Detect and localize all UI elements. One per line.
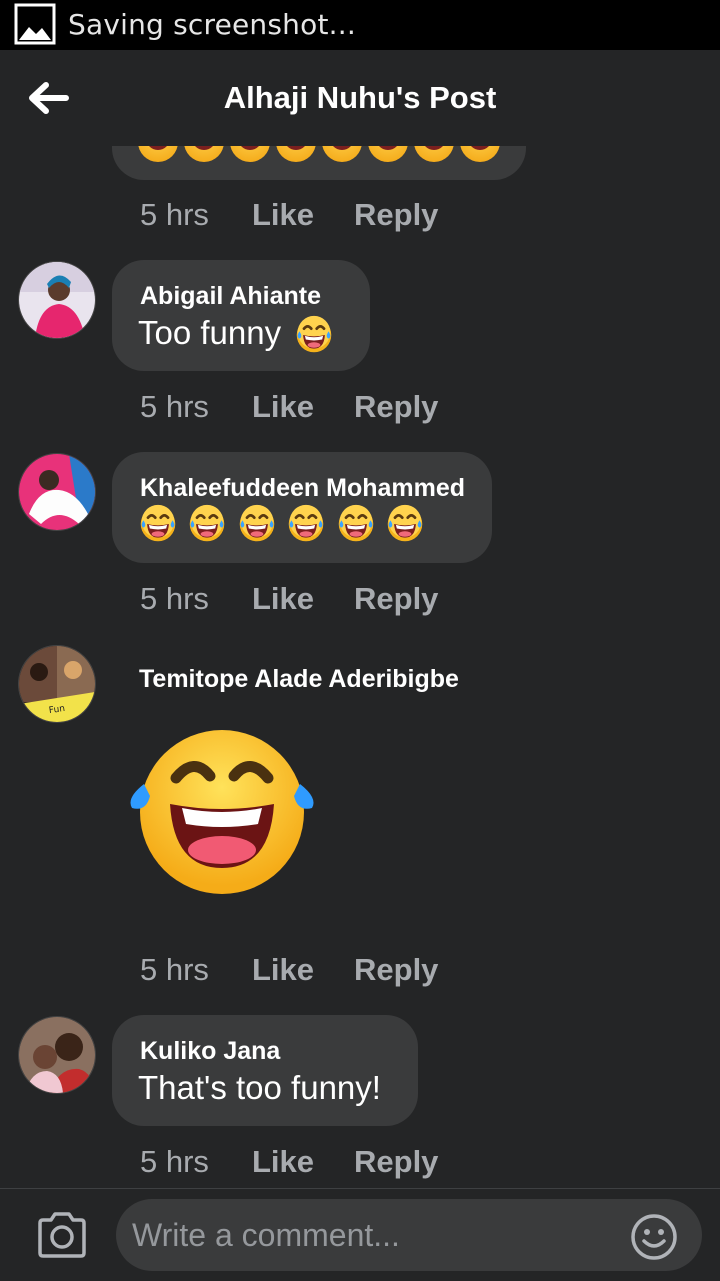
comment-text: That's too funny! [138, 1069, 381, 1106]
like-button[interactable]: Like [252, 197, 314, 233]
comment-text-content: Too funny [138, 314, 282, 351]
avatar[interactable]: Fun [18, 645, 96, 723]
laughing-emoji-icon [297, 316, 332, 353]
emoji-row [138, 504, 430, 548]
reply-button[interactable]: Reply [354, 389, 438, 425]
status-text: Saving screenshot... [68, 8, 356, 41]
reply-button[interactable]: Reply [354, 581, 438, 617]
comment-author[interactable]: Temitope Alade Aderibigbe [139, 665, 459, 694]
comment-author[interactable]: Khaleefuddeen Mohammed [140, 474, 465, 503]
laughing-emoji-icon [190, 504, 225, 542]
comment-bubble: Khaleefuddeen Mohammed [112, 452, 492, 563]
like-button[interactable]: Like [252, 1144, 314, 1180]
comment-composer [0, 1188, 720, 1281]
avatar[interactable] [18, 453, 96, 531]
comment-bubble: Kuliko Jana That's too funny! [112, 1015, 418, 1126]
page-title: Alhaji Nuhu's Post [223, 80, 497, 115]
comment-author[interactable]: Abigail Ahiante [140, 282, 321, 311]
laughing-emoji-icon [289, 504, 324, 542]
laughing-emoji-icon [239, 504, 275, 542]
like-button[interactable]: Like [252, 581, 314, 617]
like-button[interactable]: Like [252, 952, 314, 988]
comment-bubble: Abigail Ahiante Too funny [112, 260, 370, 371]
avatar[interactable] [18, 261, 96, 339]
avatar[interactable] [18, 1016, 96, 1094]
reply-button[interactable]: Reply [354, 197, 438, 233]
laughing-emoji-icon [140, 504, 176, 542]
laughing-emoji-icon [338, 504, 374, 542]
comment-time: 5 hrs [140, 1144, 209, 1179]
reply-button[interactable]: Reply [354, 1144, 438, 1180]
camera-icon[interactable] [34, 1211, 90, 1259]
laughing-emoji-icon [387, 504, 423, 542]
comment-time: 5 hrs [140, 389, 209, 424]
app-bar: Alhaji Nuhu's Post [0, 50, 720, 146]
comment-time: 5 hrs [140, 581, 209, 616]
status-bar: Saving screenshot... [0, 0, 720, 50]
image-icon [14, 3, 56, 45]
smiley-icon[interactable] [630, 1213, 678, 1261]
comment-input[interactable] [116, 1199, 702, 1271]
reply-button[interactable]: Reply [354, 952, 438, 988]
like-button[interactable]: Like [252, 389, 314, 425]
comment-author[interactable]: Kuliko Jana [140, 1037, 280, 1066]
comment-time: 5 hrs [140, 952, 209, 987]
comment-time: 5 hrs [140, 197, 209, 232]
comment-text: Too funny [138, 314, 334, 355]
large-laughing-emoji-icon [130, 730, 314, 894]
